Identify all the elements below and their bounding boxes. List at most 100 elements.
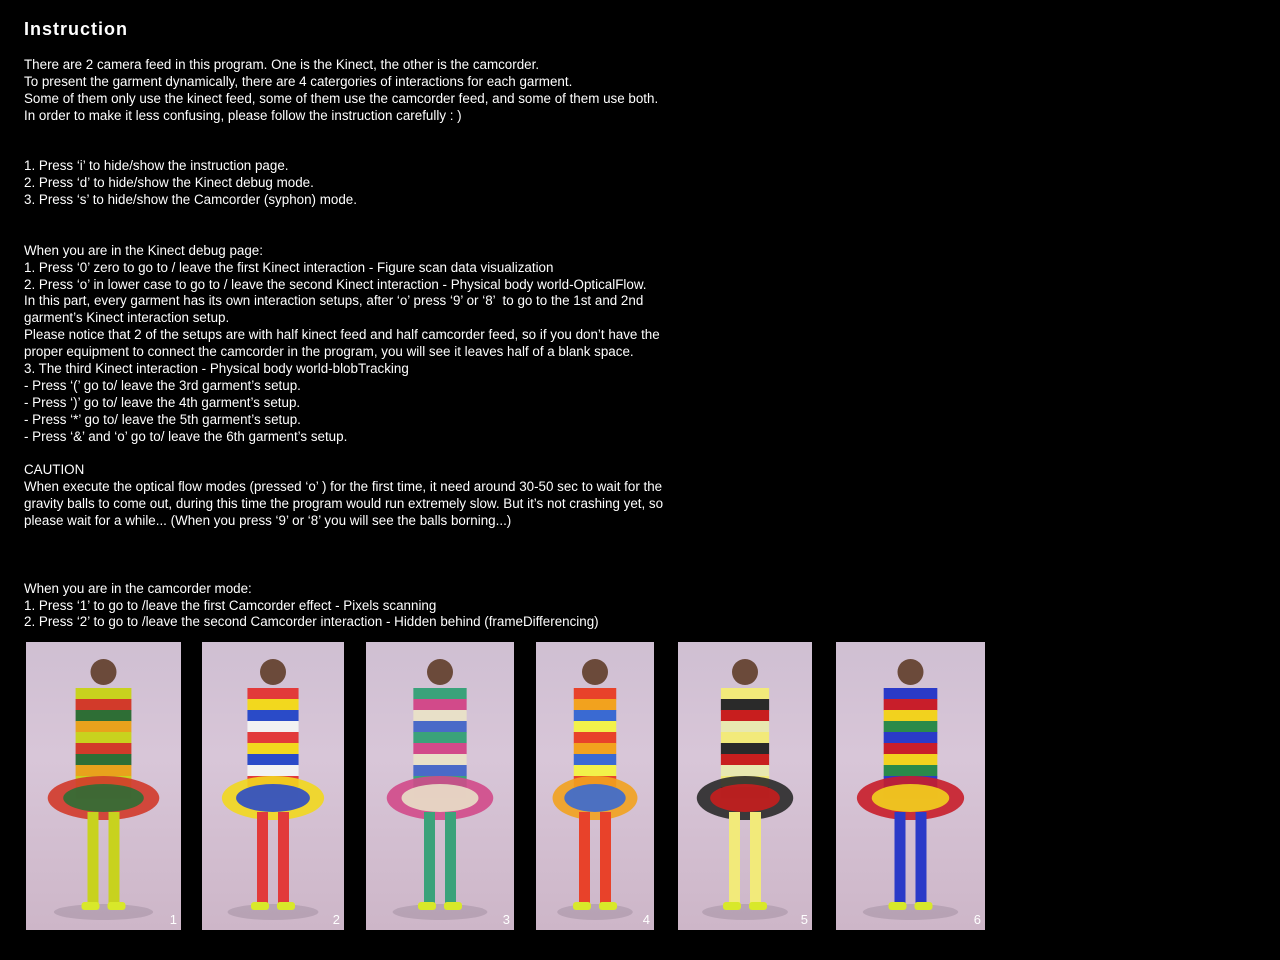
floor-shadow	[227, 904, 319, 920]
torso-stripe	[247, 743, 299, 755]
torso-stripe	[883, 710, 938, 722]
torso-stripe	[247, 721, 299, 733]
instruction-line: - Press ‘*’ go to/ leave the 5th garment…	[24, 411, 301, 427]
garment-figure	[696, 659, 794, 920]
instruction-text: There are 2 camera feed in this program.…	[24, 57, 764, 631]
figure-leg-right	[750, 812, 761, 904]
torso-stripe	[75, 765, 132, 777]
garment-figure	[47, 659, 160, 920]
torso-stripe	[413, 688, 467, 700]
instruction-line: To present the garment dynamically, ther…	[24, 73, 573, 89]
torso-stripe	[247, 699, 299, 711]
garment-photo-3: 3	[366, 642, 514, 930]
photo-number: 2	[332, 912, 340, 927]
figure-leg-left	[257, 812, 268, 904]
torso-stripe	[413, 732, 467, 744]
instruction-line: proper equipment to connect the camcorde…	[24, 344, 634, 360]
floor-shadow	[862, 904, 959, 920]
instruction-line: - Press ‘(’ go to/ leave the 3rd garment…	[24, 377, 301, 393]
torso-stripe	[573, 743, 617, 755]
torso-stripe	[573, 699, 617, 711]
torso-stripe	[413, 699, 467, 711]
torso-stripe	[573, 710, 617, 722]
torso-stripe	[413, 765, 467, 777]
garment-figure	[856, 659, 965, 920]
photo-number: 5	[800, 912, 808, 927]
instruction-line: 1. Press ‘1’ to go to /leave the first C…	[24, 597, 437, 613]
instruction-line: When you are in the camcorder mode:	[24, 580, 252, 596]
figure-shoe-right	[749, 902, 767, 910]
figure-shoe-left	[723, 902, 741, 910]
torso-stripe	[413, 754, 467, 766]
instruction-line: please wait for a while... (When you pre…	[24, 513, 512, 529]
floor-shadow	[392, 904, 488, 920]
instruction-line: 1. Press ‘0’ zero to go to / leave the f…	[24, 259, 554, 275]
garment-photo-6: 6	[836, 642, 985, 930]
instruction-line: 2. Press ‘2’ to go to /leave the second …	[24, 614, 599, 630]
torso-stripe	[75, 710, 132, 722]
instruction-line: In this part, every garment has its own …	[24, 293, 644, 309]
garment-photo-2: 2	[202, 642, 344, 930]
instruction-line: gravity balls to come out, during this t…	[24, 496, 664, 512]
torso-stripe	[247, 765, 299, 777]
torso-stripe	[883, 765, 938, 777]
instruction-line: garment’s Kinect interaction setup.	[24, 310, 230, 326]
torso-stripe	[573, 688, 617, 700]
garment-figure	[386, 659, 494, 920]
garment-volume-inner	[871, 784, 950, 812]
torso-stripe	[573, 732, 617, 744]
floor-shadow	[53, 904, 154, 920]
torso-stripe	[247, 754, 299, 766]
torso-stripe	[75, 743, 132, 755]
torso-stripe	[247, 688, 299, 700]
figure-shoe-right	[599, 902, 617, 910]
photo-number: 3	[502, 912, 510, 927]
figure-head	[582, 659, 608, 685]
instruction-line: When execute the optical flow modes (pre…	[24, 479, 663, 495]
torso-stripe	[883, 688, 938, 700]
figure-head	[427, 659, 453, 685]
garment-photo-1: 1	[26, 642, 181, 930]
garment-volume-inner	[710, 784, 780, 812]
figure-head	[732, 659, 758, 685]
instruction-line: Please notice that 2 of the setups are w…	[24, 327, 660, 343]
torso-stripe	[413, 710, 467, 722]
floor-shadow	[557, 904, 633, 920]
instruction-line: Some of them only use the kinect feed, s…	[24, 90, 659, 106]
torso-stripe	[720, 699, 770, 711]
instruction-line: 3. The third Kinect interaction - Physic…	[24, 361, 409, 377]
torso-stripe	[720, 721, 770, 733]
garment-volume-inner	[564, 784, 626, 812]
instruction-title: Instruction	[24, 19, 128, 39]
instruction-line: 1. Press ‘i’ to hide/show the instructio…	[24, 158, 289, 174]
instruction-line: 2. Press ‘o’ in lower case to go to / le…	[24, 276, 647, 292]
figure-leg-left	[894, 812, 906, 904]
torso-stripe	[573, 721, 617, 733]
figure-shoe-left	[888, 902, 907, 910]
instruction-line: - Press ‘)’ go to/ leave the 4th garment…	[24, 394, 301, 410]
instruction-line: 2. Press ‘d’ to hide/show the Kinect deb…	[24, 175, 314, 191]
figure-leg-right	[445, 812, 456, 904]
instruction-line: - Press ‘&’ and ‘o’ go to/ leave the 6th…	[24, 428, 348, 444]
torso-stripe	[720, 743, 770, 755]
figure-leg-right	[278, 812, 289, 904]
figure-leg-left	[579, 812, 590, 904]
figure-shoe-right	[914, 902, 933, 910]
torso-stripe	[75, 721, 132, 733]
torso-stripe	[720, 688, 770, 700]
torso-stripe	[247, 710, 299, 722]
figure-shoe-left	[573, 902, 591, 910]
torso-stripe	[720, 732, 770, 744]
figure-leg-right	[108, 812, 120, 904]
garment-figure	[221, 659, 325, 920]
instruction-line: CAUTION	[24, 462, 85, 478]
floor-shadow	[702, 904, 788, 920]
torso-stripe	[413, 721, 467, 733]
garment-photo-5: 5	[678, 642, 812, 930]
photo-number: 4	[642, 912, 650, 927]
